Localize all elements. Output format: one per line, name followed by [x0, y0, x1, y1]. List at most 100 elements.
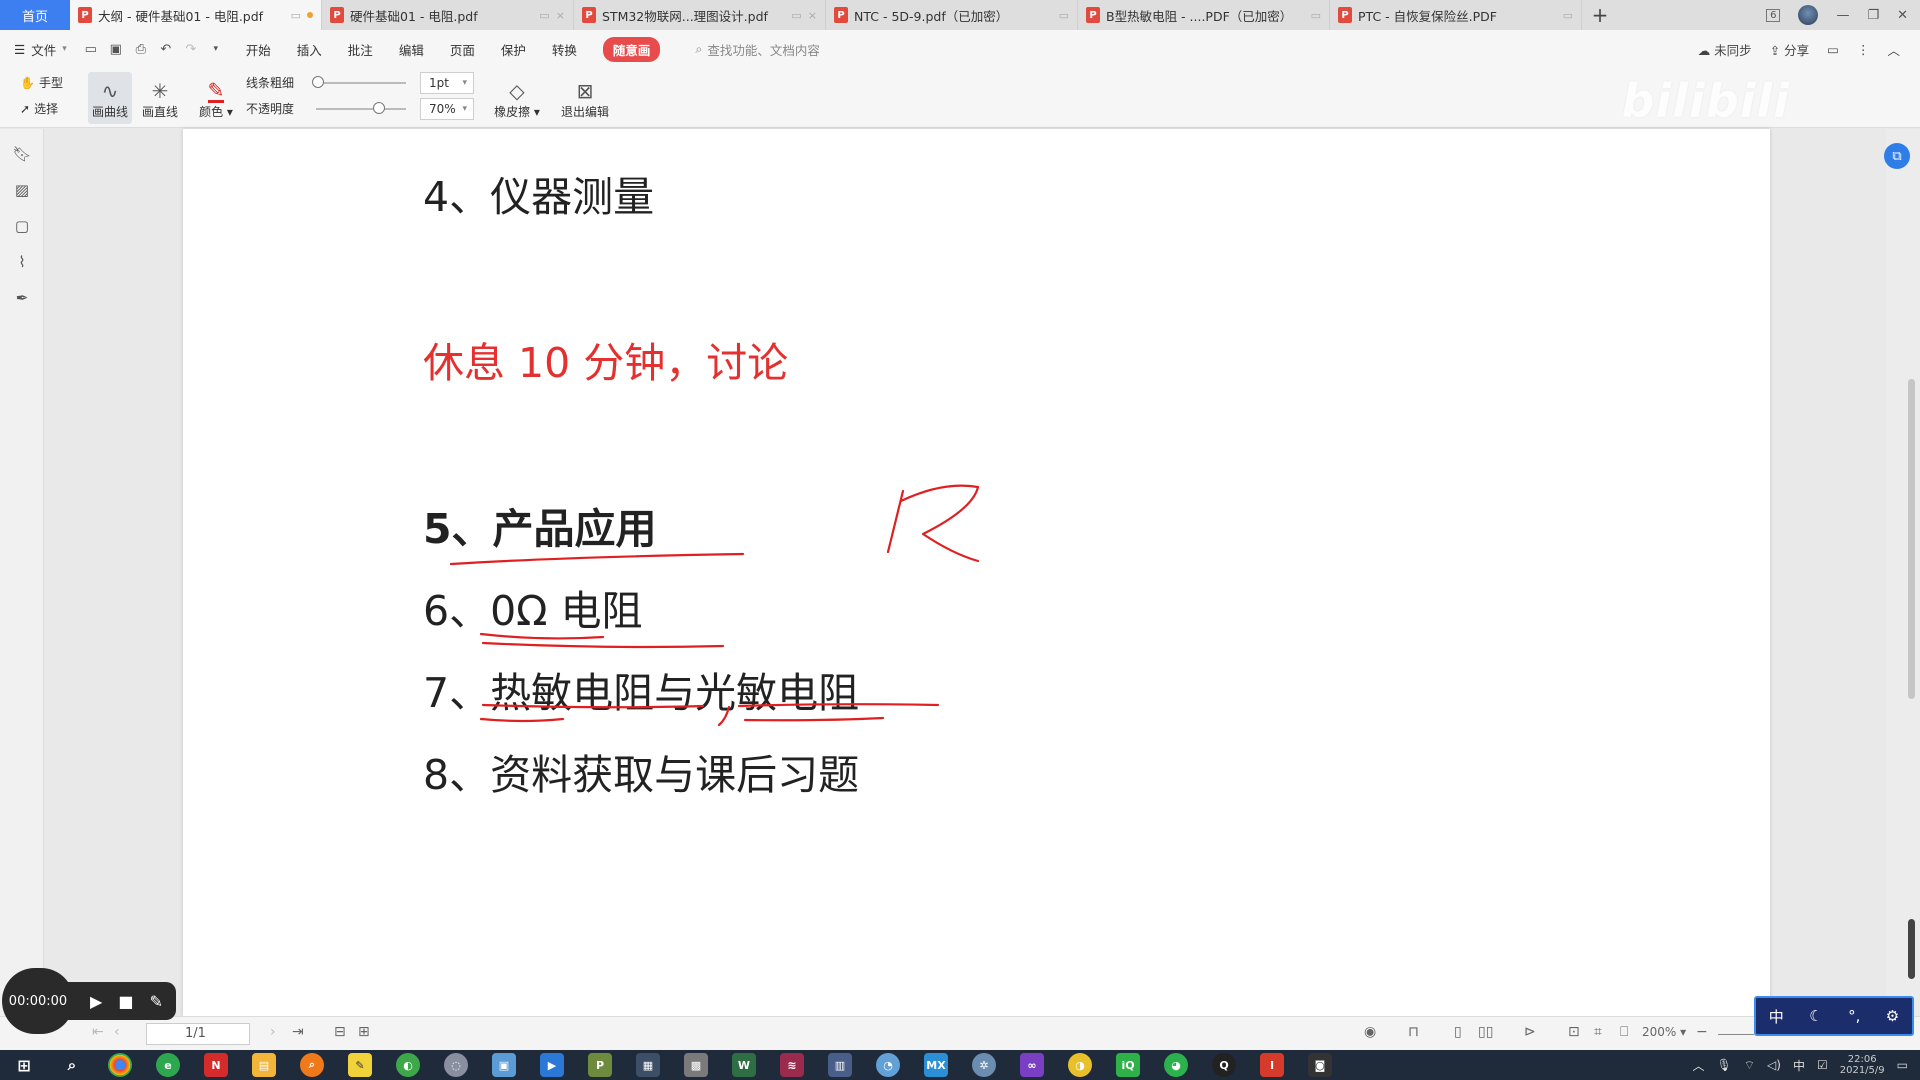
- tab-document[interactable]: P STM32物联网...理图设计.pdf ▭ ×: [574, 0, 826, 30]
- fit-icon[interactable]: ⊡: [1568, 1024, 1580, 1040]
- app-icon[interactable]: ▩: [684, 1053, 708, 1077]
- select-tool[interactable]: ➚ 选择: [20, 100, 58, 117]
- menu-protect[interactable]: 保护: [501, 40, 526, 59]
- tab-document[interactable]: P B型热敏电阻 - ....PDF（已加密） ▭: [1078, 0, 1330, 30]
- moon-icon[interactable]: ☾: [1809, 1007, 1822, 1025]
- clock[interactable]: 22:06 2021/5/9: [1840, 1054, 1885, 1076]
- menu-insert[interactable]: 插入: [297, 40, 322, 59]
- settings-icon[interactable]: ⚙: [1886, 1007, 1899, 1025]
- microphone-icon[interactable]: 🎙︎: [1717, 1058, 1732, 1072]
- iqiyi-icon[interactable]: iQ: [1116, 1053, 1140, 1077]
- chevron-down-icon[interactable]: ▾: [208, 41, 224, 57]
- search-tool-icon[interactable]: ⌕: [300, 1053, 324, 1077]
- red-app-icon[interactable]: N: [204, 1053, 228, 1077]
- tab-count-badge[interactable]: 6: [1766, 8, 1781, 22]
- sticky-notes-icon[interactable]: ✎: [348, 1053, 372, 1077]
- network-icon[interactable]: ⌔: [1744, 1058, 1755, 1073]
- input-language[interactable]: 中: [1793, 1057, 1805, 1074]
- app-icon[interactable]: ◑: [1068, 1053, 1092, 1077]
- pen-icon[interactable]: ✎: [149, 992, 162, 1011]
- opacity-slider-knob[interactable]: [373, 102, 385, 114]
- translate-float-button[interactable]: ⧉: [1884, 143, 1910, 169]
- redo-icon[interactable]: ↷: [183, 41, 199, 57]
- fit-width-icon[interactable]: ⊟: [334, 1024, 346, 1040]
- opacity-slider[interactable]: [316, 108, 406, 110]
- notification-icon[interactable]: ▭: [1897, 1058, 1908, 1072]
- crop-icon[interactable]: ⌗: [1594, 1024, 1602, 1040]
- tab-document[interactable]: P NTC - 5D-9.pdf（已加密） ▭: [826, 0, 1078, 30]
- collapse-ribbon-icon[interactable]: ︿: [1887, 40, 1900, 59]
- save-icon[interactable]: ▣: [108, 41, 124, 57]
- menu-page[interactable]: 页面: [450, 40, 475, 59]
- signature-icon[interactable]: ✒: [13, 289, 31, 307]
- attachment-icon[interactable]: ⌇: [13, 253, 31, 271]
- menu-annotate[interactable]: 批注: [348, 40, 373, 59]
- print-icon[interactable]: ⎙: [133, 41, 149, 57]
- draw-line-tool[interactable]: ✳ 画直线: [138, 72, 182, 124]
- draw-curve-tool[interactable]: ∿ 画曲线: [88, 72, 132, 124]
- thumbnail-icon[interactable]: ▨: [13, 181, 31, 199]
- hand-tool[interactable]: ✋ 手型: [20, 74, 63, 91]
- open-folder-icon[interactable]: ▭: [83, 41, 99, 57]
- zoom-level[interactable]: 200% ▾: [1642, 1025, 1686, 1039]
- opacity-select[interactable]: 70% ▾: [420, 98, 474, 120]
- ruler-icon[interactable]: ⊓: [1408, 1024, 1419, 1040]
- undo-icon[interactable]: ↶: [158, 41, 174, 57]
- tab-document[interactable]: P PTC - 自恢复保险丝.PDF ▭: [1330, 0, 1582, 30]
- minimize-icon[interactable]: —: [1836, 8, 1849, 23]
- qq-icon[interactable]: Q: [1212, 1053, 1236, 1077]
- tab-home[interactable]: 首页: [0, 0, 70, 30]
- start-icon[interactable]: ⊞: [12, 1053, 36, 1077]
- volume-icon[interactable]: ◁): [1767, 1058, 1781, 1072]
- thickness-slider-knob[interactable]: [312, 76, 324, 88]
- app-icon[interactable]: ▦: [636, 1053, 660, 1077]
- checkbox-icon[interactable]: ☑: [1817, 1058, 1828, 1072]
- menu-convert[interactable]: 转换: [552, 40, 577, 59]
- comment-icon[interactable]: ▢: [13, 217, 31, 235]
- pdf-page[interactable]: 4、仪器测量 休息 10 分钟，讨论 5、产品应用 6、0Ω 电阻 7、热敏电阻…: [183, 129, 1770, 1016]
- eraser-tool[interactable]: ◇ 橡皮擦 ▾: [492, 72, 542, 124]
- tab-document[interactable]: P 硬件基础01 - 电阻.pdf ▭ ×: [322, 0, 574, 30]
- app-icon[interactable]: ◐: [396, 1053, 420, 1077]
- next-page-icon[interactable]: ›: [270, 1024, 276, 1040]
- camera-icon[interactable]: ◙: [1308, 1053, 1332, 1077]
- close-icon[interactable]: ×: [556, 9, 565, 22]
- search-icon[interactable]: ⌕: [60, 1053, 84, 1077]
- browser-icon[interactable]: e: [156, 1053, 180, 1077]
- thickness-slider[interactable]: [316, 82, 406, 84]
- chrome-icon[interactable]: [108, 1053, 132, 1077]
- tab-document[interactable]: P 大纲 - 硬件基础01 - 电阻.pdf ▭: [70, 0, 322, 30]
- meeting-icon[interactable]: ▶: [540, 1053, 564, 1077]
- play-icon[interactable]: ⊳: [1524, 1024, 1536, 1040]
- menu-freehand-draw[interactable]: 随意画: [602, 36, 661, 62]
- avatar[interactable]: [1798, 5, 1819, 25]
- sync-button[interactable]: ☁ 未同步: [1698, 40, 1752, 59]
- comment-icon[interactable]: ▭: [1827, 42, 1839, 57]
- punctuation-icon[interactable]: °,: [1848, 1007, 1860, 1025]
- close-window-icon[interactable]: ✕: [1897, 8, 1908, 23]
- share-button[interactable]: ⇪ 分享: [1770, 40, 1809, 59]
- tray-expand-icon[interactable]: ︿: [1693, 1057, 1705, 1074]
- thickness-select[interactable]: 1pt ▾: [420, 72, 474, 94]
- pads-icon[interactable]: P: [588, 1053, 612, 1077]
- color-picker[interactable]: ✎ 颜色 ▾: [194, 72, 238, 124]
- file-menu[interactable]: ☰ 文件 ▾: [14, 40, 67, 59]
- file-explorer-icon[interactable]: ▤: [252, 1053, 276, 1077]
- more-icon[interactable]: ⋮: [1857, 42, 1870, 57]
- restore-icon[interactable]: ❐: [1867, 8, 1879, 23]
- visual-studio-icon[interactable]: ∞: [1020, 1053, 1044, 1077]
- close-icon[interactable]: ×: [808, 9, 817, 22]
- new-tab-button[interactable]: +: [1582, 0, 1618, 30]
- menu-start[interactable]: 开始: [246, 40, 271, 59]
- exit-edit-button[interactable]: ⊠ 退出编辑: [558, 72, 612, 124]
- app-icon[interactable]: ▥: [828, 1053, 852, 1077]
- zoom-out-icon[interactable]: −: [1696, 1024, 1708, 1040]
- ime-mode[interactable]: 中: [1769, 1006, 1784, 1027]
- double-page-icon[interactable]: ▯▯: [1478, 1024, 1493, 1040]
- stop-icon[interactable]: ■: [118, 992, 133, 1011]
- mx-icon[interactable]: MX: [924, 1053, 948, 1077]
- app-icon[interactable]: ≋: [780, 1053, 804, 1077]
- wechat-icon[interactable]: ◕: [1164, 1053, 1188, 1077]
- single-page-icon[interactable]: ▯: [1454, 1024, 1462, 1040]
- scrollbar-position-indicator[interactable]: [1908, 919, 1915, 979]
